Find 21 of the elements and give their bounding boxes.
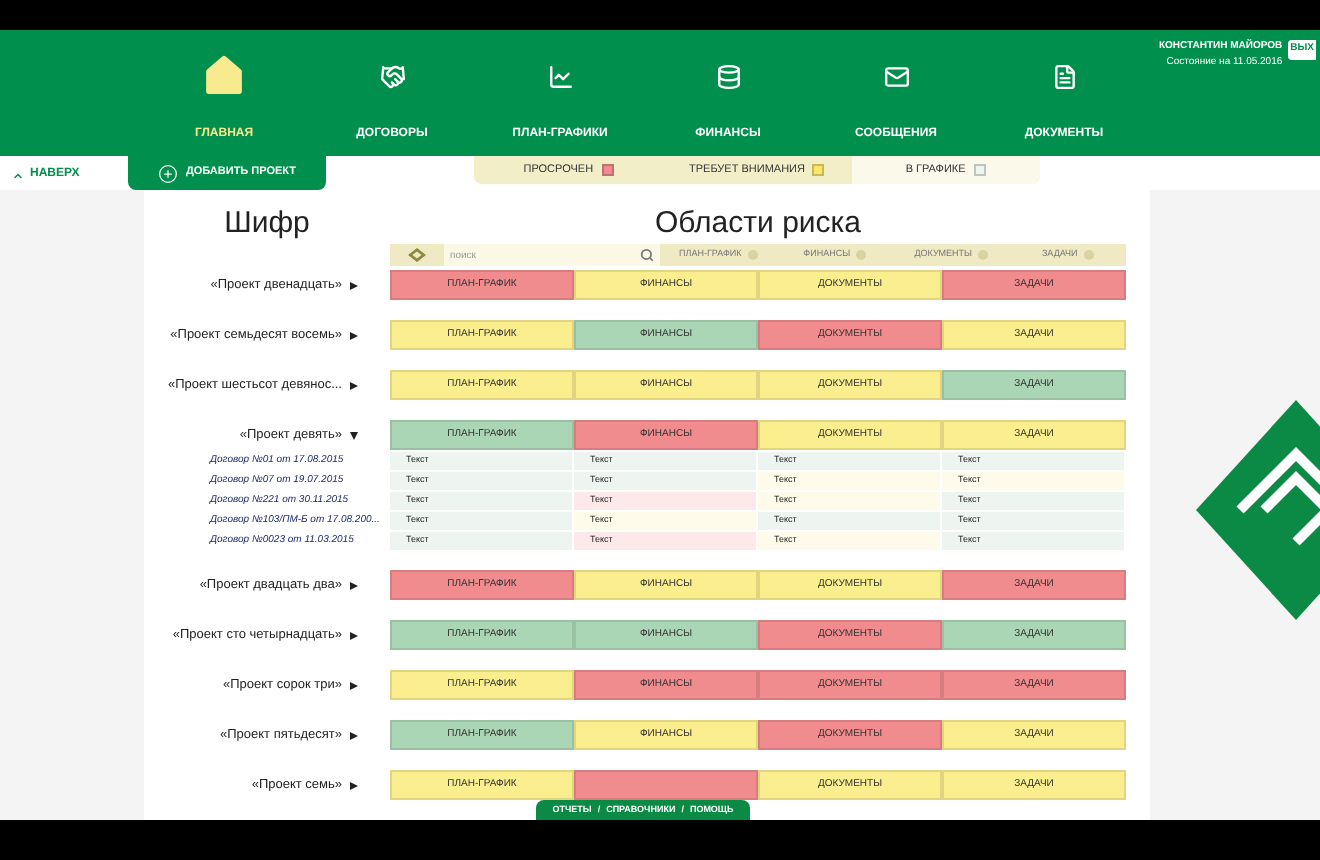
caret-right-icon[interactable] xyxy=(350,581,358,589)
caret-right-icon[interactable] xyxy=(350,731,358,739)
coin-stack-icon xyxy=(715,64,741,90)
chevron-up-icon xyxy=(12,169,24,181)
caret-right-icon[interactable] xyxy=(350,781,358,789)
line-chart-icon xyxy=(547,64,573,90)
caret-right-icon[interactable] xyxy=(350,681,358,689)
code-heading: Шифр xyxy=(222,207,312,237)
envelope-icon xyxy=(883,64,909,90)
caret-right-icon[interactable] xyxy=(350,281,358,289)
caret-down-icon[interactable] xyxy=(350,431,358,439)
plus-circle-icon xyxy=(157,163,178,183)
caret-right-icon[interactable] xyxy=(350,381,358,389)
risk-cell[interactable] xyxy=(574,770,758,800)
diamond-icon xyxy=(408,248,426,262)
document-icon xyxy=(1051,64,1077,90)
risk-areas-heading: Области риска xyxy=(652,207,864,237)
caret-right-icon[interactable] xyxy=(350,331,358,339)
caret-right-icon[interactable] xyxy=(350,631,358,639)
handshake-icon xyxy=(379,64,405,90)
search-icon[interactable] xyxy=(640,248,654,262)
